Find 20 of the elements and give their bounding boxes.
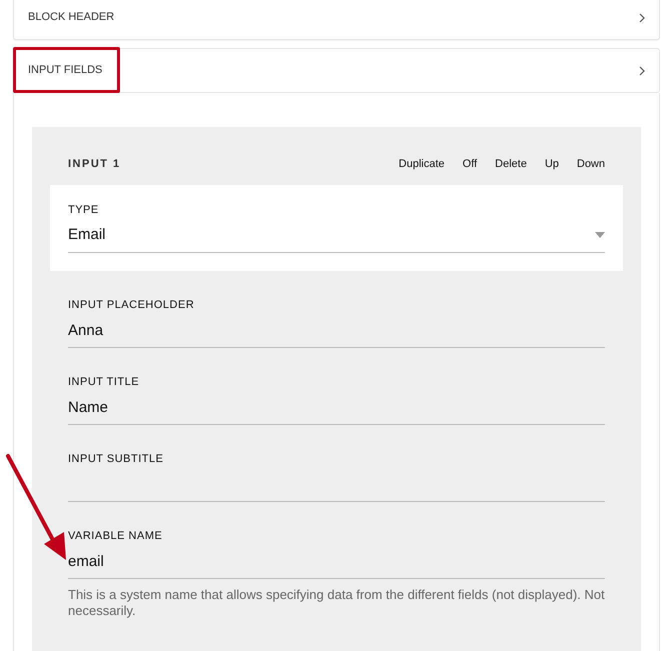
help-text: This is a system name that allows specifying data from the different fields (not displayed). Not necessarily. [68,587,605,619]
chevron-right-icon [639,66,645,76]
action-link[interactable]: Duplicate [398,156,445,172]
text-field[interactable]: Name [68,397,605,425]
field-label: VARIABLE NAME [68,530,164,543]
field-label: INPUT SUBTITLE [68,453,164,466]
type-select[interactable]: Email [68,225,605,253]
field-label: INPUT TITLE [68,376,140,389]
text-field[interactable]: email [68,551,605,579]
action-link[interactable]: Down [576,156,605,172]
chevron-right-icon [639,12,645,22]
field-label: INPUT PLACEHOLDER [68,299,196,312]
section-header[interactable]: BLOCK HEADER [13,0,660,40]
action-link[interactable]: Delete [495,156,527,172]
action-link[interactable]: Up [544,156,559,172]
field-label: TYPE [68,204,100,217]
dropdown-triangle-icon [595,232,605,238]
action-link[interactable]: Off [462,156,478,172]
text-field[interactable]: Anna [68,320,605,348]
input-title: INPUT 1 [68,156,121,172]
